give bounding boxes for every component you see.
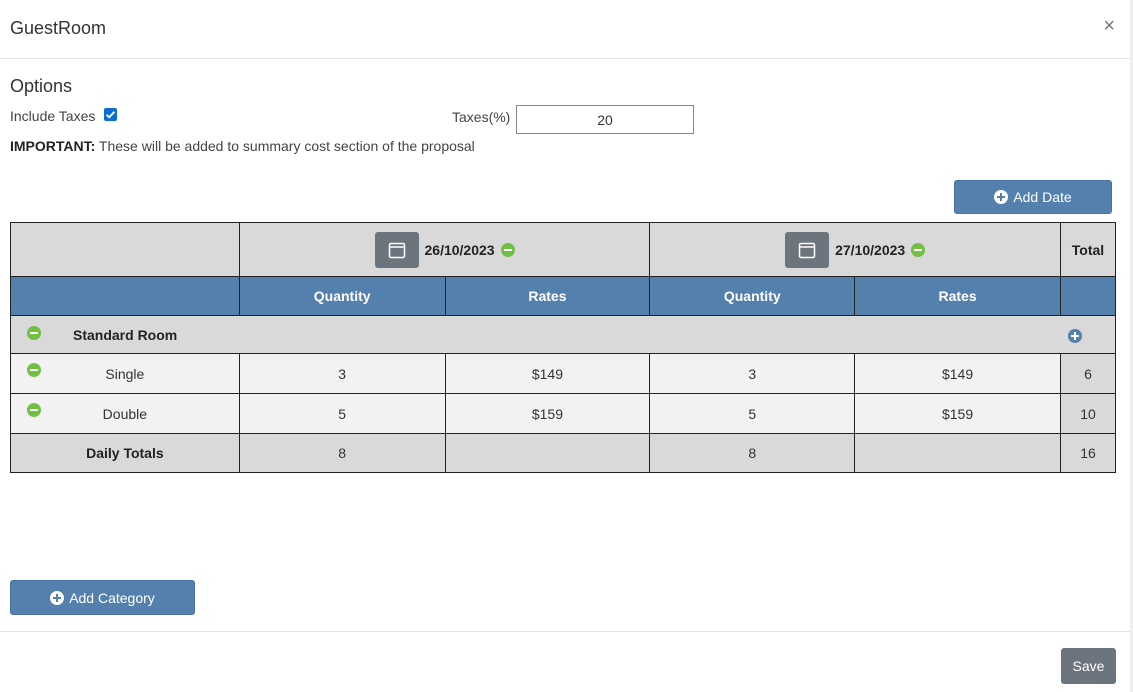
subheader-blank xyxy=(10,276,240,316)
category-label: Standard Room xyxy=(73,326,178,343)
subheader-rates-2: Rates xyxy=(854,276,1061,316)
calendar-icon xyxy=(798,242,816,258)
date-header-1: 26/10/2023 xyxy=(238,222,651,277)
add-date-label: Add Date xyxy=(1013,189,1072,205)
quantity-cell[interactable]: 5 xyxy=(238,393,446,434)
date-header-2: 27/10/2023 xyxy=(649,222,1061,277)
row-label-cell: Double xyxy=(10,393,240,434)
daily-total-quantity-2: 8 xyxy=(649,433,856,473)
options-title: Options xyxy=(10,76,73,96)
include-taxes-checkbox[interactable] xyxy=(104,108,117,121)
guestroom-modal: GuestRoom × Options Include Taxes Taxes(… xyxy=(0,0,1133,692)
rate-cell[interactable]: $149 xyxy=(444,353,651,394)
row-label-cell: Single xyxy=(10,353,240,394)
save-button[interactable]: Save xyxy=(1061,648,1116,684)
category-add-cell xyxy=(1060,315,1117,354)
row-total: 10 xyxy=(1059,393,1117,434)
important-note: IMPORTANT: These will be added to summar… xyxy=(10,138,475,154)
table-row: Single 3 $149 3 $149 6 xyxy=(10,353,1117,394)
plus-circle-icon xyxy=(994,190,1009,204)
subheader-rates-1: Rates xyxy=(444,276,651,316)
date-label-2: 27/10/2023 xyxy=(835,241,906,258)
add-category-label: Add Category xyxy=(69,589,155,606)
remove-row-icon[interactable] xyxy=(27,402,41,417)
quantity-cell[interactable]: 5 xyxy=(649,393,856,434)
taxes-label: Taxes(%) xyxy=(452,109,511,125)
add-room-icon[interactable] xyxy=(1068,328,1082,343)
rate-cell[interactable]: $159 xyxy=(854,393,1061,434)
header-blank xyxy=(10,222,240,277)
date-label-1: 26/10/2023 xyxy=(424,241,495,258)
quantity-cell[interactable]: 3 xyxy=(649,353,856,394)
daily-totals-label: Daily Totals xyxy=(10,433,240,473)
category-cell: Standard Room xyxy=(10,315,1061,354)
row-total: 6 xyxy=(1059,353,1117,394)
subheader-total-blank xyxy=(1059,276,1117,316)
subheader-row: Quantity Rates Quantity Rates xyxy=(10,276,1117,316)
important-label: IMPORTANT: xyxy=(10,138,96,154)
footer-divider xyxy=(0,631,1133,632)
rate-cell[interactable]: $149 xyxy=(854,353,1061,394)
row-label: Double xyxy=(102,405,148,422)
table-row: Double 5 $159 5 $159 10 xyxy=(10,393,1117,434)
remove-category-icon[interactable] xyxy=(27,325,41,340)
rate-cell[interactable]: $159 xyxy=(444,393,651,434)
include-taxes-label: Include Taxes xyxy=(10,108,96,124)
add-date-button[interactable]: Add Date xyxy=(954,180,1112,214)
calendar-icon xyxy=(388,242,405,258)
taxes-input[interactable] xyxy=(516,105,694,134)
modal-title: GuestRoom xyxy=(10,18,107,38)
category-row: Standard Room xyxy=(10,315,1117,354)
plus-circle-icon xyxy=(50,590,65,605)
remove-date-icon-1[interactable] xyxy=(500,242,515,257)
subheader-quantity-2: Quantity xyxy=(649,276,856,316)
date-header-row: 26/10/2023 27/10/2023 Total xyxy=(10,222,1117,277)
daily-total-rate-2 xyxy=(854,433,1061,473)
add-category-button[interactable]: Add Category xyxy=(10,580,195,615)
modal-header: GuestRoom × xyxy=(0,0,1133,59)
total-header: Total xyxy=(1059,222,1117,277)
daily-totals-row: Daily Totals 8 8 16 xyxy=(10,433,1117,473)
row-label: Single xyxy=(105,365,145,382)
subheader-quantity-1: Quantity xyxy=(238,276,446,316)
close-icon[interactable]: × xyxy=(1103,16,1115,36)
remove-date-icon-2[interactable] xyxy=(911,242,926,257)
date-picker-button-1[interactable] xyxy=(374,231,419,268)
quantity-cell[interactable]: 3 xyxy=(238,353,446,394)
grand-total: 16 xyxy=(1059,433,1117,473)
date-picker-button-2[interactable] xyxy=(785,231,830,268)
rates-table: 26/10/2023 27/10/2023 Total Quantity Rat… xyxy=(10,222,1117,473)
remove-row-icon[interactable] xyxy=(27,362,41,377)
check-icon xyxy=(105,111,116,119)
daily-total-quantity-1: 8 xyxy=(238,433,446,473)
important-text: These will be added to summary cost sect… xyxy=(95,138,475,154)
daily-total-rate-1 xyxy=(444,433,651,473)
